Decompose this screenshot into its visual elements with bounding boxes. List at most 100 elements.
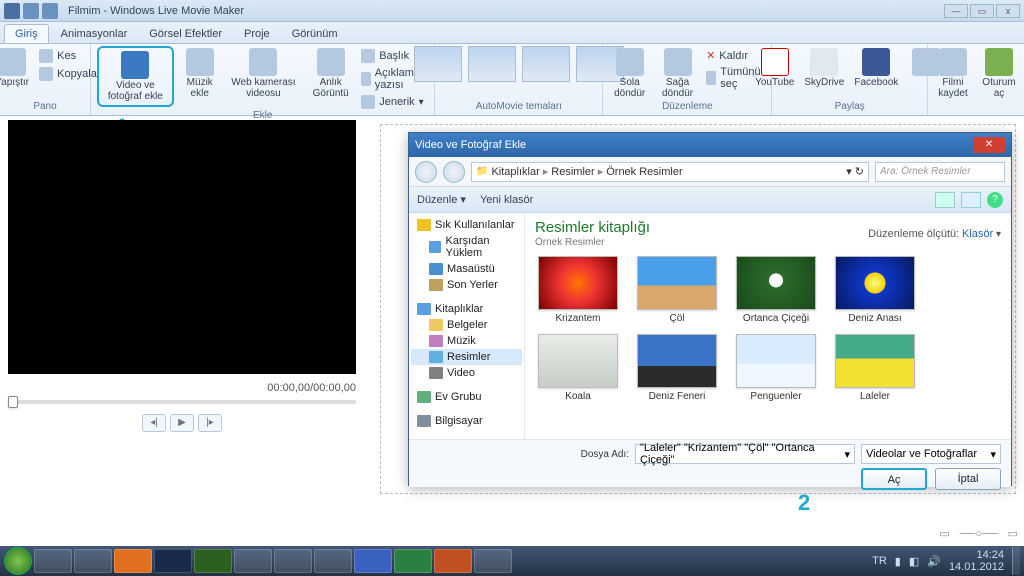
zoom-out-icon[interactable]: ▭	[939, 527, 949, 540]
tree-music[interactable]: Müzik	[411, 333, 522, 349]
task-moviemaker[interactable]	[474, 549, 512, 573]
start-button[interactable]	[4, 547, 32, 575]
cut-button[interactable]: Kes	[38, 48, 98, 64]
zoom-in-icon[interactable]: ▭	[1008, 527, 1018, 540]
add-video-photo-button[interactable]: Video ve fotoğraf ekle	[100, 49, 171, 104]
tab-animations[interactable]: Animasyonlar	[51, 25, 138, 43]
file-item[interactable]: Çöl	[634, 256, 720, 324]
paste-icon	[0, 48, 26, 76]
zoom-slider[interactable]: ──○──	[960, 528, 998, 540]
play-button[interactable]: ▶	[170, 414, 194, 432]
task-item[interactable]	[314, 549, 352, 573]
tab-effects[interactable]: Görsel Efektler	[139, 25, 232, 43]
file-item[interactable]: Penguenler	[733, 334, 819, 402]
search-input[interactable]: Ara: Örnek Resimler	[875, 162, 1005, 182]
file-item[interactable]: Ortanca Çiçeği	[733, 256, 819, 324]
close-button[interactable]: x	[996, 4, 1020, 18]
view-mode-button[interactable]	[935, 192, 955, 208]
organize-button[interactable]: Düzenle ▾	[417, 193, 466, 206]
undo-icon[interactable]	[23, 3, 39, 19]
tree-favorites[interactable]: Sık Kullanılanlar	[411, 217, 522, 233]
sort-by[interactable]: Düzenleme ölçütü: Klasör ▾	[868, 228, 1001, 240]
file-item[interactable]: Deniz Feneri	[634, 334, 720, 402]
tray-flag-icon[interactable]: ▮	[895, 555, 901, 568]
skydrive-button[interactable]: SkyDrive	[802, 46, 846, 90]
crumb-0[interactable]: Kitaplıklar	[491, 166, 539, 178]
thumbnail	[835, 256, 915, 310]
tree-recent[interactable]: Son Yerler	[411, 277, 522, 293]
callout-2: 2	[798, 490, 810, 516]
dialog-close-button[interactable]: ✕	[973, 137, 1005, 153]
dialog-toolbar: Düzenle ▾ Yeni klasör ?	[409, 187, 1011, 213]
task-explorer[interactable]	[34, 549, 72, 573]
prev-frame-button[interactable]: ◂|	[142, 414, 166, 432]
task-excel[interactable]	[394, 549, 432, 573]
cancel-button[interactable]: İptal	[935, 468, 1001, 490]
file-item[interactable]: Krizantem	[535, 256, 621, 324]
seek-slider[interactable]	[8, 400, 356, 404]
tab-project[interactable]: Proje	[234, 25, 280, 43]
filename-input[interactable]: "Laleler" "Krizantem" "Çöl" "Ortanca Çiç…	[635, 444, 855, 464]
tab-view[interactable]: Görünüm	[282, 25, 348, 43]
tree-downloads[interactable]: Karşıdan Yüklem	[411, 233, 522, 261]
tree-documents[interactable]: Belgeler	[411, 317, 522, 333]
file-item[interactable]: Deniz Anası	[832, 256, 918, 324]
redo-icon[interactable]	[42, 3, 58, 19]
tree-desktop[interactable]: Masaüstü	[411, 261, 522, 277]
tray-time[interactable]: 14:24	[949, 549, 1004, 561]
theme-1[interactable]	[414, 46, 462, 82]
task-powerpoint[interactable]	[434, 549, 472, 573]
theme-3[interactable]	[522, 46, 570, 82]
filetype-select[interactable]: Videolar ve Fotoğraflar▾	[861, 444, 1001, 464]
crumb-1[interactable]: Resimler	[551, 166, 594, 178]
help-button[interactable]: ?	[987, 192, 1003, 208]
tree-computer[interactable]: Bilgisayar	[411, 413, 522, 429]
rotate-right-button[interactable]: Sağa döndür	[656, 46, 699, 101]
nav-forward-button[interactable]	[443, 161, 465, 183]
add-music-button[interactable]: Müzik ekle	[180, 46, 220, 101]
task-photoshop[interactable]	[154, 549, 192, 573]
show-desktop-button[interactable]	[1012, 547, 1020, 575]
youtube-icon	[761, 48, 789, 76]
tray-volume-icon[interactable]: 🔊	[927, 555, 941, 568]
breadcrumb[interactable]: 📁 Kitaplıklar▸ Resimler▸ Örnek Resimler …	[471, 162, 869, 182]
snapshot-button[interactable]: Anlık Görüntü	[307, 46, 354, 101]
file-item[interactable]: Laleler	[832, 334, 918, 402]
facebook-button[interactable]: Facebook	[852, 46, 900, 90]
new-folder-button[interactable]: Yeni klasör	[480, 194, 533, 206]
task-item[interactable]	[274, 549, 312, 573]
task-item[interactable]	[234, 549, 272, 573]
copy-button[interactable]: Kopyala	[38, 66, 98, 82]
app-menu-icon[interactable]	[4, 3, 20, 19]
minimize-button[interactable]: —	[944, 4, 968, 18]
webcam-button[interactable]: Web kamerası videosu	[226, 46, 301, 101]
filename-label: Dosya Adı:	[581, 449, 629, 460]
tab-home[interactable]: Giriş	[4, 24, 49, 43]
youtube-button[interactable]: YouTube	[753, 46, 796, 90]
open-button[interactable]: Aç	[861, 468, 927, 490]
tray-network-icon[interactable]: ◧	[909, 555, 919, 568]
signin-button[interactable]: Oturum aç	[979, 46, 1019, 101]
task-word[interactable]	[354, 549, 392, 573]
rotate-left-button[interactable]: Sola döndür	[609, 46, 650, 101]
tree-pictures[interactable]: Resimler	[411, 349, 522, 365]
tree-libraries[interactable]: Kitaplıklar	[411, 301, 522, 317]
tree-video[interactable]: Video	[411, 365, 522, 381]
maximize-button[interactable]: ▭	[970, 4, 994, 18]
preview-pane-button[interactable]	[961, 192, 981, 208]
task-item[interactable]	[74, 549, 112, 573]
paste-button[interactable]: Yapıştır	[0, 46, 32, 90]
tree-homegroup[interactable]: Ev Grubu	[411, 389, 522, 405]
file-list: Resimler kitaplığı Örnek Resimler Düzenl…	[525, 213, 1011, 439]
task-firefox[interactable]	[114, 549, 152, 573]
nav-back-button[interactable]	[415, 161, 437, 183]
save-movie-button[interactable]: Filmi kaydet	[933, 46, 973, 101]
tray-lang[interactable]: TR	[872, 555, 887, 567]
next-frame-button[interactable]: |▸	[198, 414, 222, 432]
crumb-2[interactable]: Örnek Resimler	[606, 166, 682, 178]
tray-date[interactable]: 14.01.2012	[949, 561, 1004, 573]
theme-2[interactable]	[468, 46, 516, 82]
seek-thumb[interactable]	[8, 396, 18, 408]
file-item[interactable]: Koala	[535, 334, 621, 402]
task-dreamweaver[interactable]	[194, 549, 232, 573]
